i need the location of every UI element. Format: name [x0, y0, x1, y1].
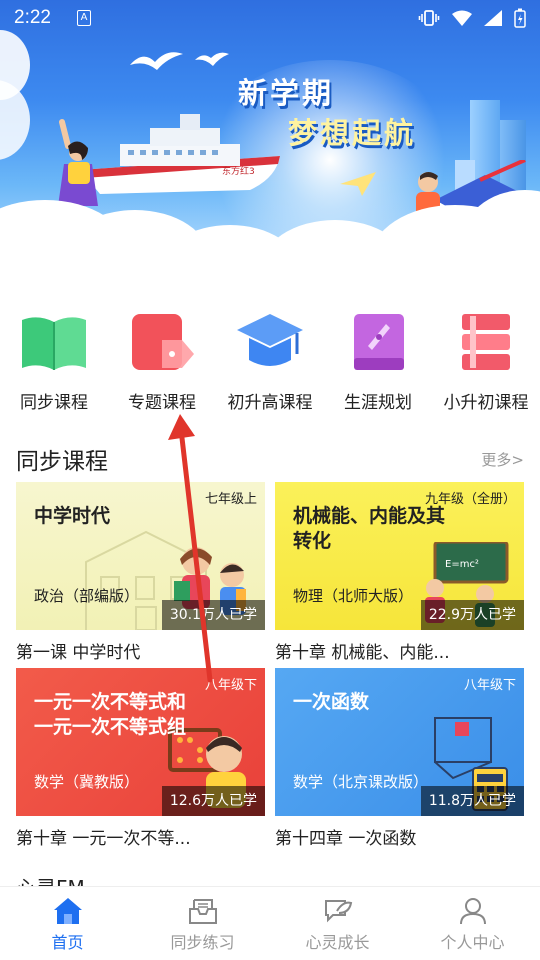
course-subject: 数学（冀教版）: [34, 773, 140, 791]
person-icon: [459, 898, 486, 925]
status-bar: 2:22 A: [0, 0, 540, 36]
quick-nav-item-primary-to-middle[interactable]: 小升初课程: [432, 306, 540, 416]
quick-nav-label: 同步课程: [20, 393, 88, 413]
quick-nav-item-sync-course[interactable]: 同步课程: [0, 306, 108, 416]
banner-title-line2: 梦想起航: [288, 116, 417, 150]
learners-count: 30.1万人已学: [161, 600, 265, 630]
signal-icon: [484, 10, 502, 26]
tab-label: 首页: [51, 933, 84, 952]
red-books-icon: [450, 306, 522, 378]
course-heading: 一元一次不等式和一元一次不等式组: [34, 691, 187, 738]
quick-nav-label: 专题课程: [128, 393, 196, 413]
compass-book-icon: [342, 306, 414, 378]
course-subject: 政治（部编版）: [34, 587, 140, 605]
grade-tag: 八年级下: [204, 678, 257, 693]
quick-nav-label: 小升初课程: [443, 393, 529, 413]
learners-count: 12.6万人已学: [161, 786, 265, 816]
more-link[interactable]: 更多>: [481, 449, 524, 470]
tab-home[interactable]: 首页: [0, 887, 135, 960]
course-subject: 物理（北师大版）: [293, 587, 414, 605]
vibrate-icon: [418, 10, 440, 26]
course-title[interactable]: 第一课 中学时代: [16, 638, 265, 663]
course-title[interactable]: 第十四章 一次函数: [275, 824, 524, 849]
section-header: 同步课程 更多>: [16, 442, 524, 476]
quick-nav-item-special-course[interactable]: 专题课程: [108, 306, 216, 416]
course-subject: 数学（北京课改版）: [293, 773, 429, 791]
course-card[interactable]: 七年级上 中学时代 政治（部编版） 30.1万人已学 第一课 中学时代: [16, 482, 265, 663]
course-thumbnail: 七年级上 中学时代 政治（部编版） 30.1万人已学: [16, 482, 265, 630]
ship-illustration: [80, 114, 280, 194]
status-indicator-icon: A: [76, 10, 91, 26]
course-heading: 机械能、内能及其转化: [293, 505, 446, 552]
leaf-chat-icon: [324, 900, 352, 923]
status-time: 2:22: [14, 7, 51, 28]
quick-nav-item-high-school-course[interactable]: 初升高课程: [216, 306, 324, 416]
bottom-nav: 首页 同步练习 心灵成长 个人中心: [0, 886, 540, 960]
banner-title-line1: 新学期: [238, 76, 335, 110]
tab-mind-growth[interactable]: 心灵成长: [270, 887, 405, 960]
course-title[interactable]: 第十章 机械能、内能...: [275, 638, 524, 663]
quick-nav: 同步课程 专题课程 初升高课程 生涯规划 小升初课程: [0, 306, 540, 416]
course-thumbnail: E=mc² 九年级（全册） 机械能、内能及其转化 物理（北师大版） 22.9万人…: [275, 482, 524, 630]
tab-label: 同步练习: [170, 933, 235, 952]
quick-nav-item-career-planning[interactable]: 生涯规划: [324, 306, 432, 416]
graduation-cap-icon: [234, 306, 306, 378]
course-thumbnail: 八年级下 一元一次不等式和一元一次不等式组 数学（冀教版） 12.6万人已学: [16, 668, 265, 816]
quick-nav-label: 初升高课程: [227, 393, 313, 413]
grade-tag: 八年级下: [463, 678, 516, 693]
section-title: 同步课程: [16, 449, 108, 475]
home-icon: [53, 898, 82, 924]
banner[interactable]: 2:22 A 新学期 梦想起航 东方红3: [0, 0, 540, 286]
tab-label: 心灵成长: [305, 933, 370, 952]
inbox-icon: [188, 899, 217, 924]
course-thumbnail: 八年级下 一次函数 数学（北京课改版） 11.8万人已学: [275, 668, 524, 816]
course-heading: 一次函数: [293, 691, 370, 713]
course-card[interactable]: 八年级下 一元一次不等式和一元一次不等式组 数学（冀教版） 12.6万人已学 第…: [16, 668, 265, 849]
svg-text:E=mc²: E=mc²: [445, 559, 479, 570]
ship-name: 东方红3: [222, 167, 255, 177]
cloud: [0, 80, 30, 160]
tab-label: 个人中心: [440, 933, 505, 952]
quick-nav-label: 生涯规划: [344, 393, 412, 413]
course-card[interactable]: 八年级下 一次函数 数学（北京课改版） 11.8万人已学 第十四章 一次函数: [275, 668, 524, 849]
learners-count: 22.9万人已学: [420, 600, 524, 630]
course-title[interactable]: 第十章 一元一次不等...: [16, 824, 265, 849]
wifi-icon: [452, 10, 472, 26]
red-tag-icon: [126, 306, 198, 378]
tab-personal-center[interactable]: 个人中心: [405, 887, 540, 960]
green-book-icon: [18, 306, 90, 378]
birds-illustration: [130, 52, 229, 70]
learners-count: 11.8万人已学: [420, 786, 524, 816]
battery-icon: [514, 8, 526, 28]
tab-sync-practice[interactable]: 同步练习: [135, 887, 270, 960]
grade-tag: 七年级上: [204, 492, 257, 507]
paper-plane-illustration: [340, 172, 376, 196]
course-heading: 中学时代: [34, 505, 111, 527]
course-card[interactable]: E=mc² 九年级（全册） 机械能、内能及其转化 物理（北师大版） 22.9万人…: [275, 482, 524, 663]
